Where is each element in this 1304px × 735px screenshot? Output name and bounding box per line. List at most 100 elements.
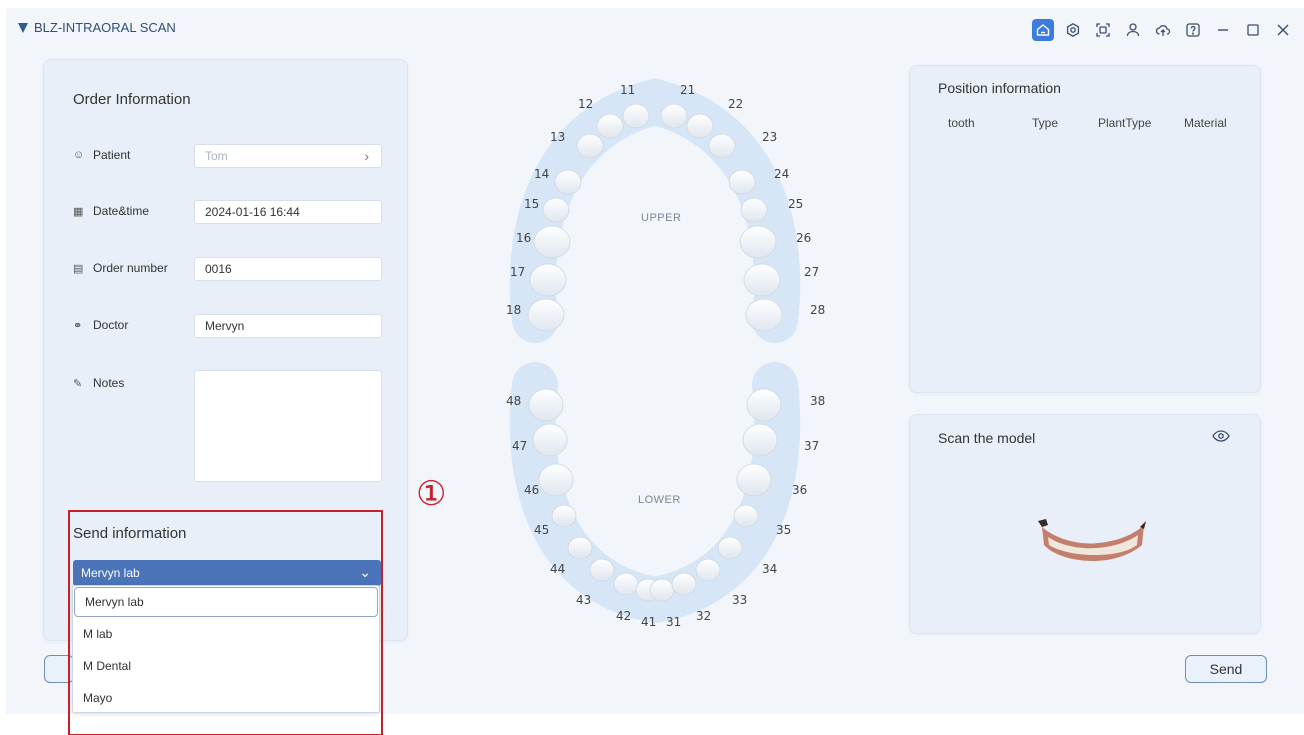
tooth-number-35: 35 — [776, 523, 791, 537]
tooth-shape[interactable] — [527, 298, 565, 332]
patient-field[interactable]: Tom › — [194, 144, 382, 168]
tooth-shape[interactable] — [671, 572, 697, 596]
settings-icon[interactable] — [1058, 18, 1088, 42]
home-icon[interactable] — [1032, 19, 1054, 41]
lower-arch-label: LOWER — [638, 494, 681, 506]
tooth-number-23: 23 — [762, 130, 777, 144]
tooth-shape[interactable] — [532, 423, 568, 457]
close-icon[interactable] — [1268, 18, 1298, 42]
tooth-shape[interactable] — [554, 169, 582, 195]
order-number-row: ▤ Order number — [73, 261, 168, 275]
tooth-number-44: 44 — [550, 562, 565, 576]
tooth-number-46: 46 — [524, 483, 539, 497]
datetime-row: ▦ Date&time — [73, 204, 149, 218]
tooth-shape[interactable] — [551, 504, 577, 528]
notes-label: Notes — [93, 376, 125, 390]
tooth-shape[interactable] — [733, 504, 759, 528]
tooth-number-25: 25 — [788, 197, 803, 211]
tooth-shape[interactable] — [743, 263, 781, 297]
help-icon[interactable] — [1178, 18, 1208, 42]
tooth-number-28: 28 — [810, 303, 825, 317]
tooth-shape[interactable] — [649, 578, 675, 602]
tooth-shape[interactable] — [533, 225, 571, 259]
tooth-number-12: 12 — [578, 97, 593, 111]
tooth-number-42: 42 — [616, 609, 631, 623]
patient-icon: ☺ — [73, 149, 85, 161]
tooth-number-48: 48 — [506, 394, 521, 408]
patient-label: Patient — [93, 148, 131, 162]
dental-arch-chart: 18 17 16 15 14 13 12 11 21 22 23 24 25 26 27 28 48 47 46 45… — [506, 78, 825, 629]
dental-model-preview — [1038, 519, 1146, 561]
tooth-shape[interactable] — [695, 558, 721, 582]
tooth-shape[interactable] — [589, 558, 615, 582]
tooth-shape[interactable] — [567, 536, 593, 560]
tooth-number-14: 14 — [534, 167, 549, 181]
tooth-number-37: 37 — [804, 439, 819, 453]
doctor-label: Doctor — [93, 318, 129, 332]
send-button[interactable]: Send — [1185, 655, 1267, 683]
tooth-shape[interactable] — [742, 423, 778, 457]
tooth-number-41: 41 — [641, 615, 656, 629]
chevron-right-icon: › — [364, 148, 369, 164]
tooth-shape[interactable] — [736, 463, 772, 497]
user-icon[interactable] — [1118, 18, 1148, 42]
tooth-shape[interactable] — [622, 103, 650, 129]
tooth-shape[interactable] — [745, 298, 783, 332]
cloud-upload-icon[interactable] — [1148, 18, 1178, 42]
tooth-number-11: 11 — [620, 83, 635, 97]
tooth-number-32: 32 — [696, 609, 711, 623]
app-title-bar: BLZ-INTRAORAL SCAN — [18, 20, 176, 35]
tooth-shape[interactable] — [708, 133, 736, 159]
app-title: BLZ-INTRAORAL SCAN — [34, 20, 176, 35]
order-number-value: 0016 — [205, 262, 232, 276]
tooth-number-17: 17 — [510, 265, 525, 279]
position-information-panel: Position information tooth Type PlantTyp… — [909, 65, 1261, 393]
order-number-field[interactable]: 0016 — [194, 257, 382, 281]
eye-icon[interactable] — [1212, 429, 1230, 445]
window-toolbar — [1028, 18, 1298, 42]
tooth-shape[interactable] — [576, 133, 604, 159]
tooth-number-13: 13 — [550, 130, 565, 144]
doctor-field[interactable]: Mervyn — [194, 314, 382, 338]
minimize-icon[interactable] — [1208, 18, 1238, 42]
tooth-shape[interactable] — [686, 113, 714, 139]
tooth-shape[interactable] — [538, 463, 574, 497]
tooth-number-31: 31 — [666, 615, 681, 629]
scan-model-panel: Scan the model — [909, 414, 1261, 634]
tooth-number-24: 24 — [774, 167, 789, 181]
tooth-shape[interactable] — [746, 388, 782, 422]
datetime-field[interactable]: 2024-01-16 16:44 — [194, 200, 382, 224]
tooth-shape[interactable] — [740, 197, 768, 223]
tooth-number-27: 27 — [804, 265, 819, 279]
patient-row: ☺ Patient — [73, 148, 130, 162]
scan-icon[interactable] — [1088, 18, 1118, 42]
tooth-number-43: 43 — [576, 593, 591, 607]
maximize-icon[interactable] — [1238, 18, 1268, 42]
tooth-shape[interactable] — [613, 572, 639, 596]
doctor-icon: ⚭ — [73, 319, 83, 332]
notes-textarea[interactable] — [194, 370, 382, 482]
annotation-highlight-box — [68, 510, 383, 735]
upper-arch-label: UPPER — [641, 212, 681, 224]
tooth-shape[interactable] — [717, 536, 743, 560]
notes-icon: ✎ — [73, 377, 83, 390]
app-logo-icon — [18, 22, 28, 33]
order-number-icon: ▤ — [73, 262, 84, 275]
annotation-number: ① — [416, 474, 447, 514]
tooth-number-26: 26 — [796, 231, 811, 245]
doctor-row: ⚭ Doctor — [73, 318, 128, 332]
column-header-tooth: tooth — [948, 116, 975, 130]
tooth-shape[interactable] — [529, 263, 567, 297]
tooth-number-47: 47 — [512, 439, 527, 453]
tooth-number-38: 38 — [810, 394, 825, 408]
tooth-shape[interactable] — [728, 169, 756, 195]
patient-value: Tom — [205, 149, 228, 163]
tooth-shape[interactable] — [739, 225, 777, 259]
tooth-shape[interactable] — [596, 113, 624, 139]
tooth-shape[interactable] — [660, 103, 688, 129]
tooth-number-36: 36 — [792, 483, 807, 497]
column-header-material: Material — [1184, 116, 1227, 130]
tooth-shape[interactable] — [528, 388, 564, 422]
tooth-shape[interactable] — [542, 197, 570, 223]
column-header-type: Type — [1032, 116, 1059, 130]
